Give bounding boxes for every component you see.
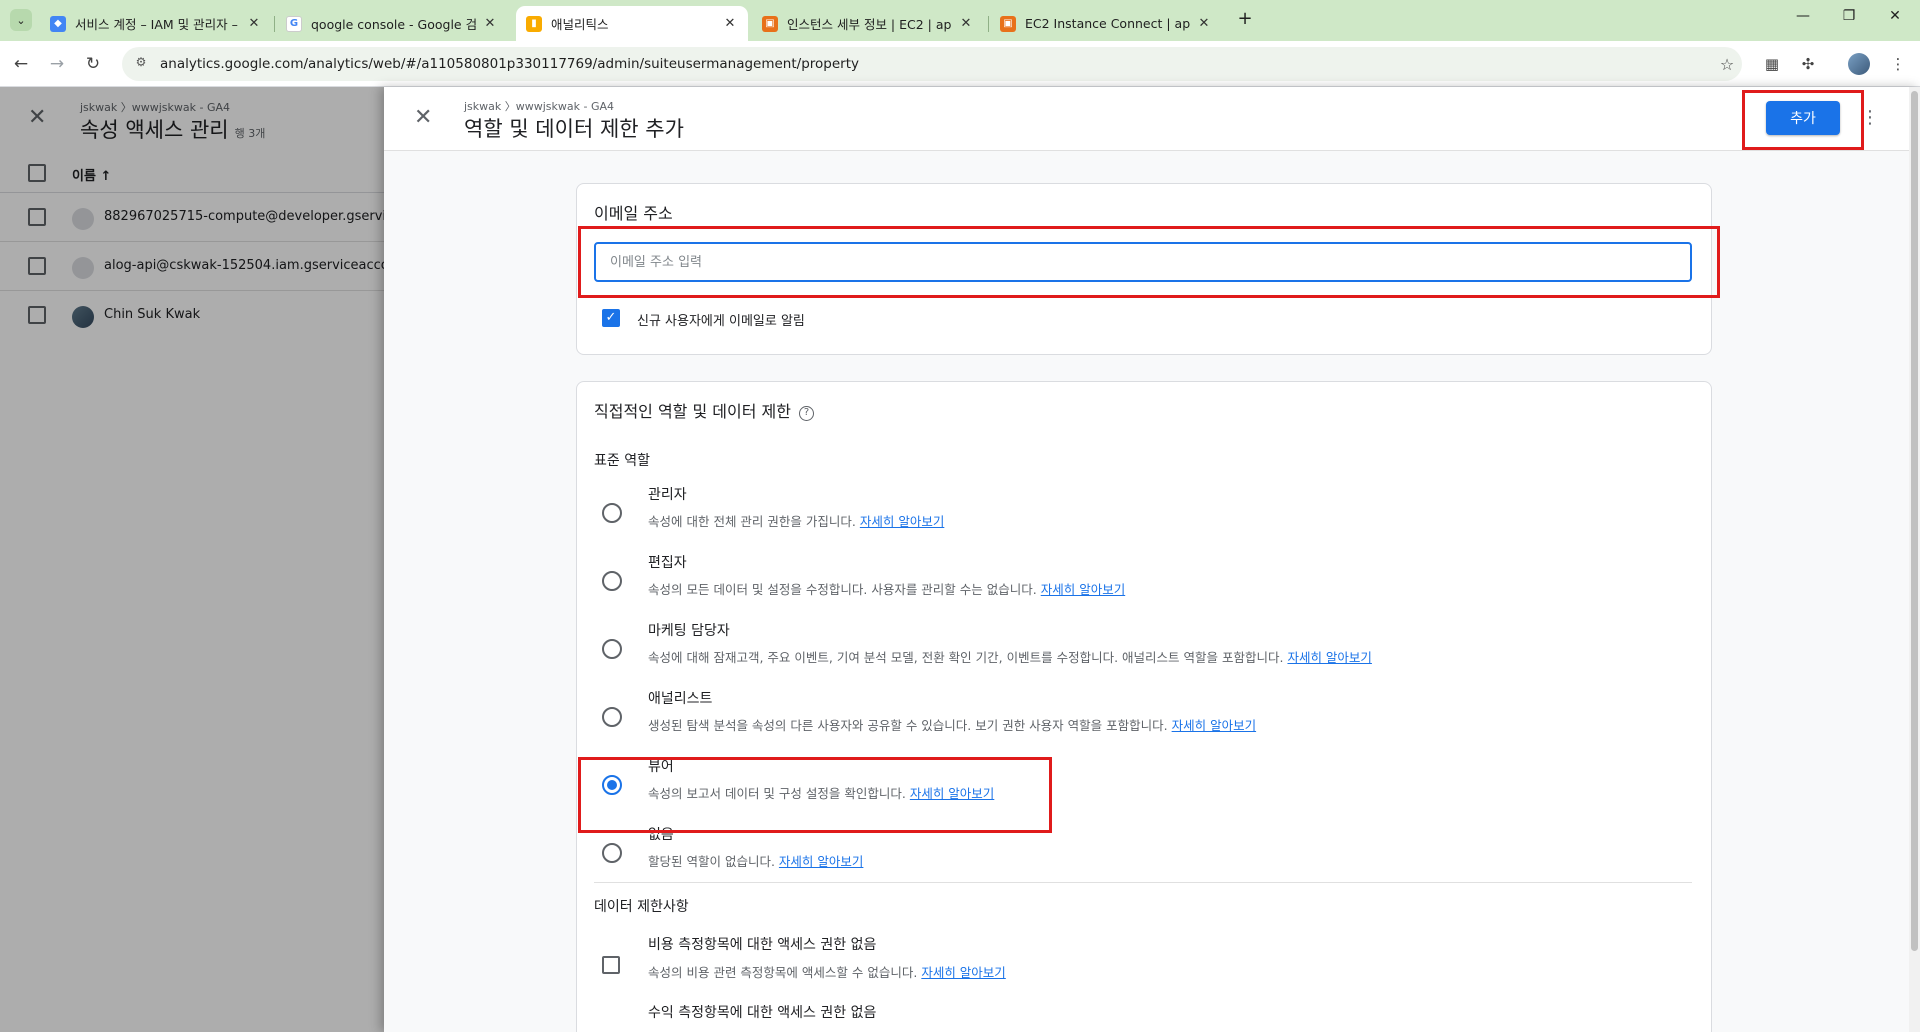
profile-avatar-icon[interactable] (1848, 53, 1870, 75)
restore-window-icon[interactable]: ❐ (1836, 8, 1862, 32)
restriction-revenue-name: 수익 측정항목에 대한 액세스 권한 없음 (648, 1005, 877, 1021)
radio-none[interactable] (602, 843, 622, 863)
radio-analyst[interactable] (602, 707, 622, 727)
qr-code-icon[interactable]: ▦ (1760, 52, 1784, 76)
browser-toolbar: ← → ↻ ⚙ analytics.google.com/analytics/w… (0, 41, 1920, 87)
address-bar[interactable]: ⚙ analytics.google.com/analytics/web/#/a… (122, 47, 1742, 81)
radio-marketer[interactable] (602, 639, 622, 659)
email-card-title: 이메일 주소 (594, 204, 673, 223)
roles-card-title: 직접적인 역할 및 데이터 제한? (594, 398, 814, 422)
restriction-cost-name: 비용 측정항목에 대한 액세스 권한 없음 (648, 937, 877, 953)
aws-ec2-icon: ▣ (1000, 15, 1016, 32)
browser-tab-ec2-connect[interactable]: ▣ EC2 Instance Connect | ap-nor ✕ (990, 6, 1222, 41)
close-window-icon[interactable]: ✕ (1882, 8, 1908, 32)
role-desc-none: 할당된 역할이 없습니다. 자세히 알아보기 (648, 851, 863, 870)
tab-search-icon[interactable]: ⌄ (10, 9, 32, 31)
role-desc-marketer-text: 속성에 대해 잠재고객, 주요 이벤트, 기여 분석 모델, 전환 확인 기간,… (648, 650, 1284, 665)
learn-more-link[interactable]: 자세히 알아보기 (860, 514, 944, 529)
help-icon[interactable]: ? (798, 406, 814, 421)
minimize-window-icon[interactable]: — (1790, 8, 1816, 32)
back-arrow-icon[interactable]: ← (8, 51, 34, 77)
tab-separator (988, 16, 989, 32)
close-tab-icon[interactable]: ✕ (722, 16, 738, 31)
learn-more-link[interactable]: 자세히 알아보기 (1172, 718, 1256, 733)
tab-separator (274, 16, 275, 32)
learn-more-link[interactable]: 자세히 알아보기 (1287, 650, 1371, 665)
restriction-cost-desc-text: 속성의 비용 관련 측정항목에 액세스할 수 없습니다. (648, 965, 918, 980)
role-desc-editor: 속성의 모든 데이터 및 설정을 수정합니다. 사용자를 관리할 수는 없습니다… (648, 579, 1125, 598)
site-info-icon[interactable]: ⚙ (132, 55, 150, 73)
close-tab-icon[interactable]: ✕ (246, 16, 262, 31)
notify-label: 신규 사용자에게 이메일로 알림 (637, 314, 805, 329)
radio-admin[interactable] (602, 503, 622, 523)
highlight-box-email (578, 226, 1720, 298)
close-tab-icon[interactable]: ✕ (482, 16, 498, 31)
drawer-title: 역할 및 데이터 제한 추가 (464, 117, 684, 141)
google-icon: G (286, 15, 302, 32)
url-text: analytics.google.com/analytics/web/#/a11… (160, 56, 859, 72)
highlight-box-viewer (578, 757, 1052, 833)
role-desc-admin: 속성에 대한 전체 관리 권한을 가집니다. 자세히 알아보기 (648, 511, 944, 530)
close-drawer-icon[interactable]: ✕ (414, 105, 432, 130)
restriction-cost-desc: 속성의 비용 관련 측정항목에 액세스할 수 없습니다. 자세히 알아보기 (648, 962, 1006, 981)
aws-ec2-icon: ▣ (762, 15, 778, 32)
role-name-editor: 편집자 (648, 555, 687, 571)
reload-icon[interactable]: ↻ (80, 51, 106, 77)
role-desc-analyst-text: 생성된 탐색 분석을 속성의 다른 사용자와 공유할 수 있습니다. 보기 권한… (648, 718, 1168, 733)
browser-tab-ec2-instance[interactable]: ▣ 인스턴스 세부 정보 | EC2 | ap- ✕ (752, 6, 984, 41)
add-role-drawer: ✕ jskwak 〉wwwjskwak - GA4 역할 및 데이터 제한 추가… (384, 87, 1920, 1032)
role-desc-none-text: 할당된 역할이 없습니다. (648, 854, 775, 869)
browser-tab-iam[interactable]: ◆ 서비스 계정 – IAM 및 관리자 – ✕ (40, 6, 272, 41)
modal-scrim[interactable] (0, 87, 384, 1032)
property-access-panel: ✕ jskwak 〉wwwjskwak - GA4 속성 액세스 관리 행 3개 … (0, 87, 485, 1032)
close-tab-icon[interactable]: ✕ (958, 16, 974, 31)
browser-tab-analytics[interactable]: ▮ 애널리틱스 ✕ (516, 6, 748, 41)
learn-more-link[interactable]: 자세히 알아보기 (779, 854, 863, 869)
role-desc-analyst: 생성된 탐색 분석을 속성의 다른 사용자와 공유할 수 있습니다. 보기 권한… (648, 715, 1256, 734)
learn-more-link[interactable]: 자세히 알아보기 (1041, 582, 1125, 597)
notify-checkbox[interactable]: ✓ (602, 309, 620, 327)
drawer-scroll-thumb[interactable] (1911, 91, 1918, 951)
role-name-marketer: 마케팅 담당자 (648, 623, 730, 639)
highlight-box-add (1742, 90, 1864, 150)
analytics-content: ✕ jskwak 〉wwwjskwak - GA4 속성 액세스 관리 행 3개 … (0, 87, 1920, 1032)
radio-editor[interactable] (602, 571, 622, 591)
role-desc-editor-text: 속성의 모든 데이터 및 설정을 수정합니다. 사용자를 관리할 수는 없습니다… (648, 582, 1037, 597)
shield-icon: ◆ (50, 15, 66, 32)
role-name-analyst: 애널리스트 (648, 691, 713, 707)
role-desc-admin-text: 속성에 대한 전체 관리 권한을 가집니다. (648, 514, 856, 529)
analytics-icon: ▮ (526, 15, 542, 32)
breadcrumb: jskwak 〉wwwjskwak - GA4 (464, 100, 615, 113)
new-tab-plus-icon[interactable]: + (1234, 9, 1256, 31)
roles-card: 직접적인 역할 및 데이터 제한? 표준 역할 관리자 속성에 대한 전체 관리… (576, 381, 1712, 1032)
standard-roles-label: 표준 역할 (594, 453, 650, 469)
role-name-admin: 관리자 (648, 487, 687, 503)
data-restrictions-label: 데이터 제한사항 (594, 899, 689, 915)
roles-card-title-text: 직접적인 역할 및 데이터 제한 (594, 402, 791, 421)
learn-more-link[interactable]: 자세히 알아보기 (921, 965, 1005, 980)
forward-arrow-icon[interactable]: → (44, 51, 70, 77)
extensions-puzzle-icon[interactable]: ✣ (1796, 52, 1820, 76)
section-divider (594, 882, 1692, 883)
browser-tab-strip: ⌄ ◆ 서비스 계정 – IAM 및 관리자 – ✕ G qoogle cons… (0, 0, 1920, 41)
role-desc-marketer: 속성에 대해 잠재고객, 주요 이벤트, 기여 분석 모델, 전환 확인 기간,… (648, 647, 1372, 666)
restriction-cost-checkbox[interactable] (602, 956, 620, 974)
bookmark-star-icon[interactable]: ☆ (1712, 55, 1742, 74)
browser-tab-google-search[interactable]: G qoogle console - Google 검색 ✕ (276, 6, 508, 41)
close-tab-icon[interactable]: ✕ (1196, 16, 1212, 31)
drawer-header: ✕ jskwak 〉wwwjskwak - GA4 역할 및 데이터 제한 추가… (384, 87, 1920, 151)
browser-menu-icon[interactable]: ⋮ (1886, 52, 1910, 76)
